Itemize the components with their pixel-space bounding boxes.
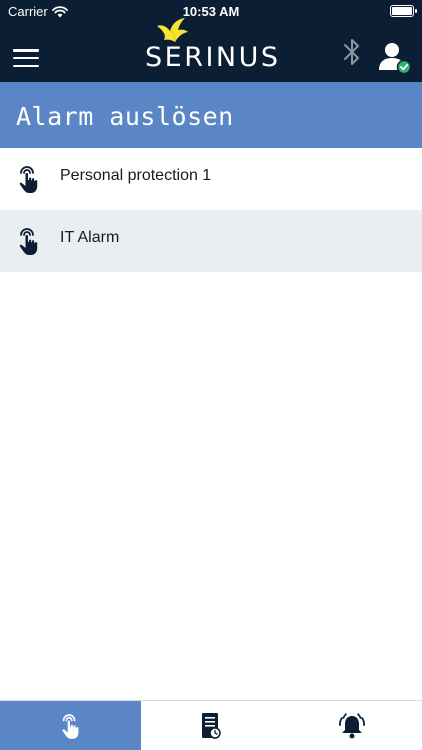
alarm-item-personal-protection[interactable]: Personal protection 1 bbox=[0, 148, 422, 210]
touch-hand-icon bbox=[19, 228, 38, 255]
bluetooth-icon[interactable] bbox=[342, 37, 362, 67]
page-title: Alarm auslösen bbox=[16, 102, 234, 131]
status-bar: Carrier 10:53 AM bbox=[0, 0, 422, 22]
menu-icon-line bbox=[13, 64, 39, 67]
status-time: 10:53 AM bbox=[182, 4, 240, 19]
user-connected-icon[interactable] bbox=[378, 40, 412, 74]
app-header: SERINUS bbox=[0, 18, 422, 82]
alarm-bell-icon bbox=[338, 713, 365, 739]
menu-icon-line bbox=[13, 49, 39, 52]
bird-logo-icon bbox=[157, 18, 188, 43]
alarm-item-label: Personal protection 1 bbox=[60, 167, 212, 184]
tab-active-alarms[interactable] bbox=[281, 701, 422, 750]
alarm-item-it-alarm[interactable]: IT Alarm bbox=[0, 210, 422, 272]
tab-trigger-alarm[interactable] bbox=[0, 701, 141, 750]
serinus-logo: SERINUS bbox=[145, 18, 281, 78]
touch-hand-icon bbox=[19, 166, 38, 193]
menu-icon-line bbox=[13, 56, 39, 60]
page-title-bar: Alarm auslösen bbox=[0, 82, 422, 148]
tab-alarm-log[interactable] bbox=[141, 701, 282, 750]
alarm-item-label: IT Alarm bbox=[60, 229, 120, 246]
touch-hand-icon bbox=[62, 714, 79, 739]
logo-text: SERINUS bbox=[145, 42, 281, 73]
battery-icon bbox=[390, 5, 417, 17]
alarm-list: Personal protection 1 IT Alarm bbox=[0, 148, 422, 272]
log-document-icon bbox=[202, 713, 221, 739]
bottom-navigation bbox=[0, 700, 422, 750]
menu-button[interactable] bbox=[13, 49, 39, 67]
